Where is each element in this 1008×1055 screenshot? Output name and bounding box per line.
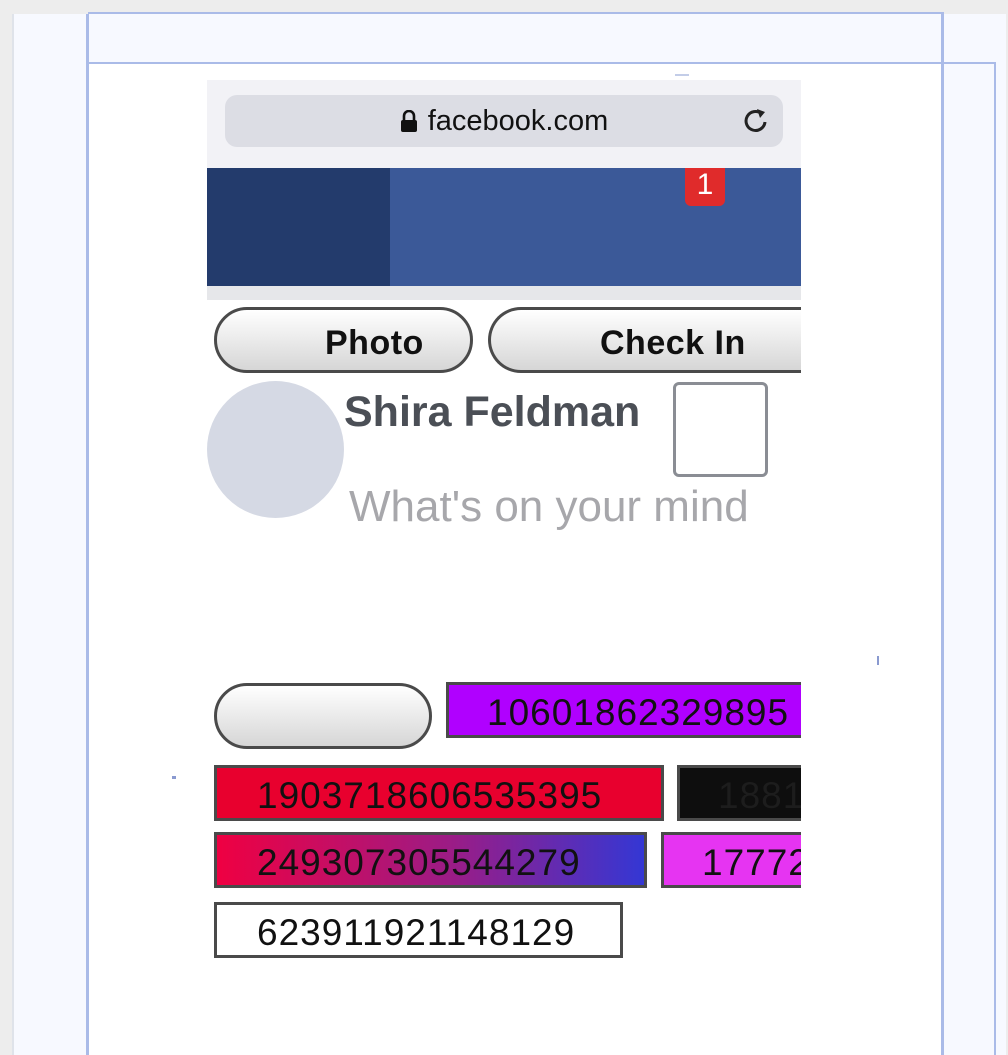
id-chip-label: 623911921148129 xyxy=(257,912,576,953)
guide-line xyxy=(88,12,944,14)
id-chip[interactable]: 1881 xyxy=(677,765,801,821)
id-chip[interactable]: 623911921148129 xyxy=(214,902,623,958)
id-chip-label: 1881 xyxy=(718,775,801,816)
photo-button-label: Photo xyxy=(325,324,424,362)
check-in-button-label: Check In xyxy=(600,324,746,362)
id-chip-label: 249307305544279 xyxy=(257,842,581,883)
reload-icon[interactable] xyxy=(741,106,771,136)
id-chip[interactable]: 249307305544279 xyxy=(214,832,647,888)
guide-line xyxy=(994,62,996,1055)
status-composer-input[interactable]: What's on your mind xyxy=(349,482,749,532)
app-header: 1 xyxy=(207,168,801,286)
lock-icon xyxy=(400,110,418,132)
artifact-mark xyxy=(877,656,879,665)
avatar[interactable] xyxy=(207,381,344,518)
id-chip[interactable]: 1903718606535395 xyxy=(214,765,664,821)
photo-button[interactable]: Photo xyxy=(214,307,473,373)
guide-line xyxy=(941,14,944,1055)
id-chip-label: 1903718606535395 xyxy=(257,775,603,816)
id-chip[interactable]: 10601862329895 xyxy=(446,682,801,738)
header-menu-panel[interactable] xyxy=(207,168,390,286)
artifact-mark xyxy=(675,74,689,76)
id-chip[interactable]: 17772 xyxy=(661,832,801,888)
select-checkbox[interactable] xyxy=(673,382,768,477)
address-bar[interactable]: facebook.com xyxy=(225,95,783,147)
url-text: facebook.com xyxy=(427,104,609,137)
mobile-viewport: facebook.com 1 Photo Check In Shira Feld… xyxy=(207,80,801,980)
profile-name: Shira Feldman xyxy=(344,388,641,436)
header-divider xyxy=(207,286,801,300)
browser-toolbar: facebook.com xyxy=(207,80,801,168)
check-in-button[interactable]: Check In xyxy=(488,307,801,373)
url-display[interactable]: facebook.com xyxy=(225,95,783,147)
id-chip-label: 10601862329895 xyxy=(487,692,790,733)
notification-badge[interactable]: 1 xyxy=(685,168,725,206)
artifact-mark xyxy=(172,776,176,779)
id-chip-label: 17772 xyxy=(702,842,801,883)
blank-button[interactable] xyxy=(214,683,432,749)
